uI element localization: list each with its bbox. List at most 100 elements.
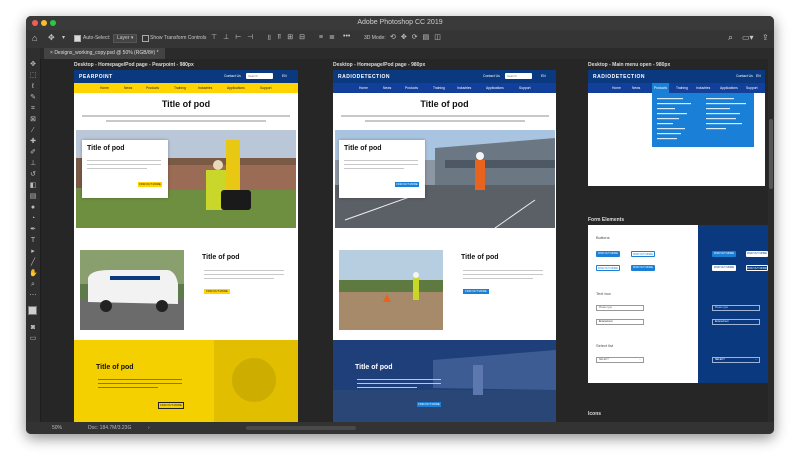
nav-item-support[interactable]: Support xyxy=(519,86,531,90)
document-info[interactable]: Doc: 184.7M/3.23G xyxy=(88,422,131,434)
nav-item-applications[interactable]: Applications xyxy=(227,86,245,90)
language-selector[interactable]: EN xyxy=(541,74,546,78)
nav-item-training[interactable]: Training xyxy=(676,86,688,90)
text-input-placeholder[interactable]: Please type xyxy=(596,305,644,311)
nav-item-applications[interactable]: Applications xyxy=(486,86,504,90)
close-window-button[interactable] xyxy=(32,20,38,26)
find-out-more-button[interactable]: FIND OUT MORE xyxy=(138,182,162,187)
text-input-filled[interactable]: Entered text xyxy=(596,319,644,325)
nav-item-support[interactable]: Support xyxy=(260,86,272,90)
vertical-scrollbar[interactable] xyxy=(768,59,774,422)
hand-tool-icon[interactable]: ✋ xyxy=(29,270,38,278)
dodge-tool-icon[interactable]: ◔ xyxy=(29,215,37,223)
chevron-down-icon[interactable]: ▾ xyxy=(62,34,65,41)
quick-mask-icon[interactable]: ◙ xyxy=(29,324,37,332)
auto-select-dropdown[interactable]: Layer ▾ xyxy=(113,34,138,43)
type-tool-icon[interactable]: T xyxy=(29,237,37,245)
white-button-dark[interactable]: FIND OUT MORE xyxy=(712,265,736,271)
find-out-more-button[interactable]: FIND OUT MORE xyxy=(417,402,441,407)
find-out-more-button[interactable]: FIND OUT MORE xyxy=(158,402,184,409)
site-logo[interactable]: PEARPOINT xyxy=(79,74,113,80)
artboard-label-radiodetection[interactable]: Desktop - Homepage/Pod page - 980px xyxy=(333,62,425,68)
artboard-radiodetection[interactable]: RADIODETECTION Contact Us Search EN Home… xyxy=(333,70,556,425)
nav-item-products[interactable]: Products xyxy=(146,86,159,90)
minimize-window-button[interactable] xyxy=(41,20,47,26)
nav-item-news[interactable]: News xyxy=(632,86,640,90)
secondary-button[interactable]: FIND OUT MORE xyxy=(596,265,620,271)
find-out-more-button[interactable]: FIND OUT MORE xyxy=(395,182,419,187)
site-logo[interactable]: RADIODETECTION xyxy=(338,74,390,80)
nav-item-home[interactable]: Home xyxy=(100,86,109,90)
contact-link[interactable]: Contact Us xyxy=(224,74,241,78)
pen-tool-icon[interactable]: ✒ xyxy=(29,226,37,234)
horizontal-scrollbar[interactable] xyxy=(246,426,356,430)
artboard-label-icons[interactable]: Icons xyxy=(588,411,601,417)
artboard-label-main-menu[interactable]: Desktop - Main menu open - 980px xyxy=(588,62,670,68)
contact-link[interactable]: Contact Us xyxy=(483,74,500,78)
language-selector[interactable]: EN xyxy=(282,74,287,78)
transform-controls-checkbox[interactable] xyxy=(142,35,149,42)
site-search-input[interactable]: Search xyxy=(246,73,273,79)
contact-link[interactable]: Contact Us xyxy=(736,74,753,78)
path-select-icon[interactable]: ▸ xyxy=(29,248,37,256)
crop-tool-icon[interactable]: ⌗ xyxy=(29,105,37,113)
nav-item-industries[interactable]: Industries xyxy=(198,86,212,90)
artboard-main-menu[interactable]: RADIODETECTION Contact Us EN Home News P… xyxy=(588,70,765,186)
screen-mode-icon[interactable]: ▭ xyxy=(29,335,37,343)
site-search-input[interactable]: Search xyxy=(505,73,532,79)
nav-item-products[interactable]: Products xyxy=(405,86,418,90)
document-tab[interactable]: × Designs_working_copy.psd @ 50% (RGB/8#… xyxy=(44,48,165,59)
brush-tool-icon[interactable]: ✐ xyxy=(29,149,37,157)
home-icon[interactable]: ⌂ xyxy=(32,33,37,43)
nav-item-news[interactable]: News xyxy=(383,86,391,90)
language-selector[interactable]: EN xyxy=(756,74,761,78)
secondary-button[interactable]: FIND OUT MORE xyxy=(631,251,655,257)
move-tool-icon[interactable]: ✥ xyxy=(29,61,37,69)
nav-item-industries[interactable]: Industries xyxy=(696,86,710,90)
more-tools-icon[interactable]: ⋯ xyxy=(29,292,37,300)
primary-button-hover[interactable]: FIND OUT MORE xyxy=(631,265,655,271)
nav-item-applications[interactable]: Applications xyxy=(720,86,738,90)
align-icons[interactable]: ⊤⊥⊢⊣ ⫫⫪⊞⊟ ≡≣ xyxy=(211,33,341,42)
nav-item-home[interactable]: Home xyxy=(612,86,621,90)
nav-item-products[interactable]: Products xyxy=(652,83,670,93)
foreground-color-swatch[interactable] xyxy=(28,306,37,315)
lasso-tool-icon[interactable]: ℓ xyxy=(29,83,37,91)
outline-button-dark[interactable]: FIND OUT MORE xyxy=(746,265,768,271)
chevron-right-icon[interactable]: › xyxy=(148,422,150,434)
healing-brush-icon[interactable]: ✚ xyxy=(29,138,37,146)
artboard-pearpoint[interactable]: PEARPOINT Contact Us Search EN Home News… xyxy=(74,70,298,425)
site-logo[interactable]: RADIODETECTION xyxy=(593,74,645,80)
nav-item-home[interactable]: Home xyxy=(359,86,368,90)
select-list-dark[interactable]: SELECT ⌄ xyxy=(712,357,760,363)
nav-item-training[interactable]: Training xyxy=(433,86,445,90)
share-icon[interactable]: ⇪ xyxy=(762,33,769,42)
more-options-button[interactable]: ••• xyxy=(343,33,350,40)
scrollbar-thumb[interactable] xyxy=(769,119,773,189)
artboard-label-pearpoint[interactable]: Desktop - Homepage/Pod page - Pearpoint … xyxy=(74,62,194,68)
history-brush-icon[interactable]: ↺ xyxy=(29,171,37,179)
gradient-tool-icon[interactable]: ▤ xyxy=(29,193,37,201)
quick-select-icon[interactable]: ✎ xyxy=(29,94,37,102)
nav-item-support[interactable]: Support xyxy=(746,86,758,90)
text-input-dark-placeholder[interactable]: Please type xyxy=(712,305,760,311)
text-input-dark-filled[interactable]: Entered text xyxy=(712,319,760,325)
eraser-tool-icon[interactable]: ◧ xyxy=(29,182,37,190)
zoom-window-button[interactable] xyxy=(50,20,56,26)
eyedropper-icon[interactable]: ⁄ xyxy=(29,127,37,135)
primary-button[interactable]: FIND OUT MORE xyxy=(596,251,620,257)
primary-button-dark[interactable]: FIND OUT MORE xyxy=(712,251,736,257)
blur-tool-icon[interactable]: ● xyxy=(29,204,37,212)
nav-item-news[interactable]: News xyxy=(124,86,132,90)
auto-select-checkbox[interactable] xyxy=(74,35,81,42)
zoom-level[interactable]: 50% xyxy=(52,422,62,434)
artboard-form-elements[interactable]: Buttons FIND OUT MORE FIND OUT MORE FIND… xyxy=(588,225,770,383)
stamp-tool-icon[interactable]: ⊥ xyxy=(29,160,37,168)
3d-mode-icons[interactable]: ⟲✥⟳▤◫ xyxy=(390,33,446,41)
frame-tool-icon[interactable]: ⊠ xyxy=(29,116,37,124)
search-icon[interactable]: ⌕ xyxy=(728,32,733,43)
white-button-dark[interactable]: FIND OUT MORE xyxy=(746,251,768,257)
shape-tool-icon[interactable]: ╱ xyxy=(29,259,37,267)
zoom-tool-icon[interactable]: ⌕ xyxy=(29,281,37,289)
artboard-label-form-elements[interactable]: Form Elements xyxy=(588,217,624,223)
